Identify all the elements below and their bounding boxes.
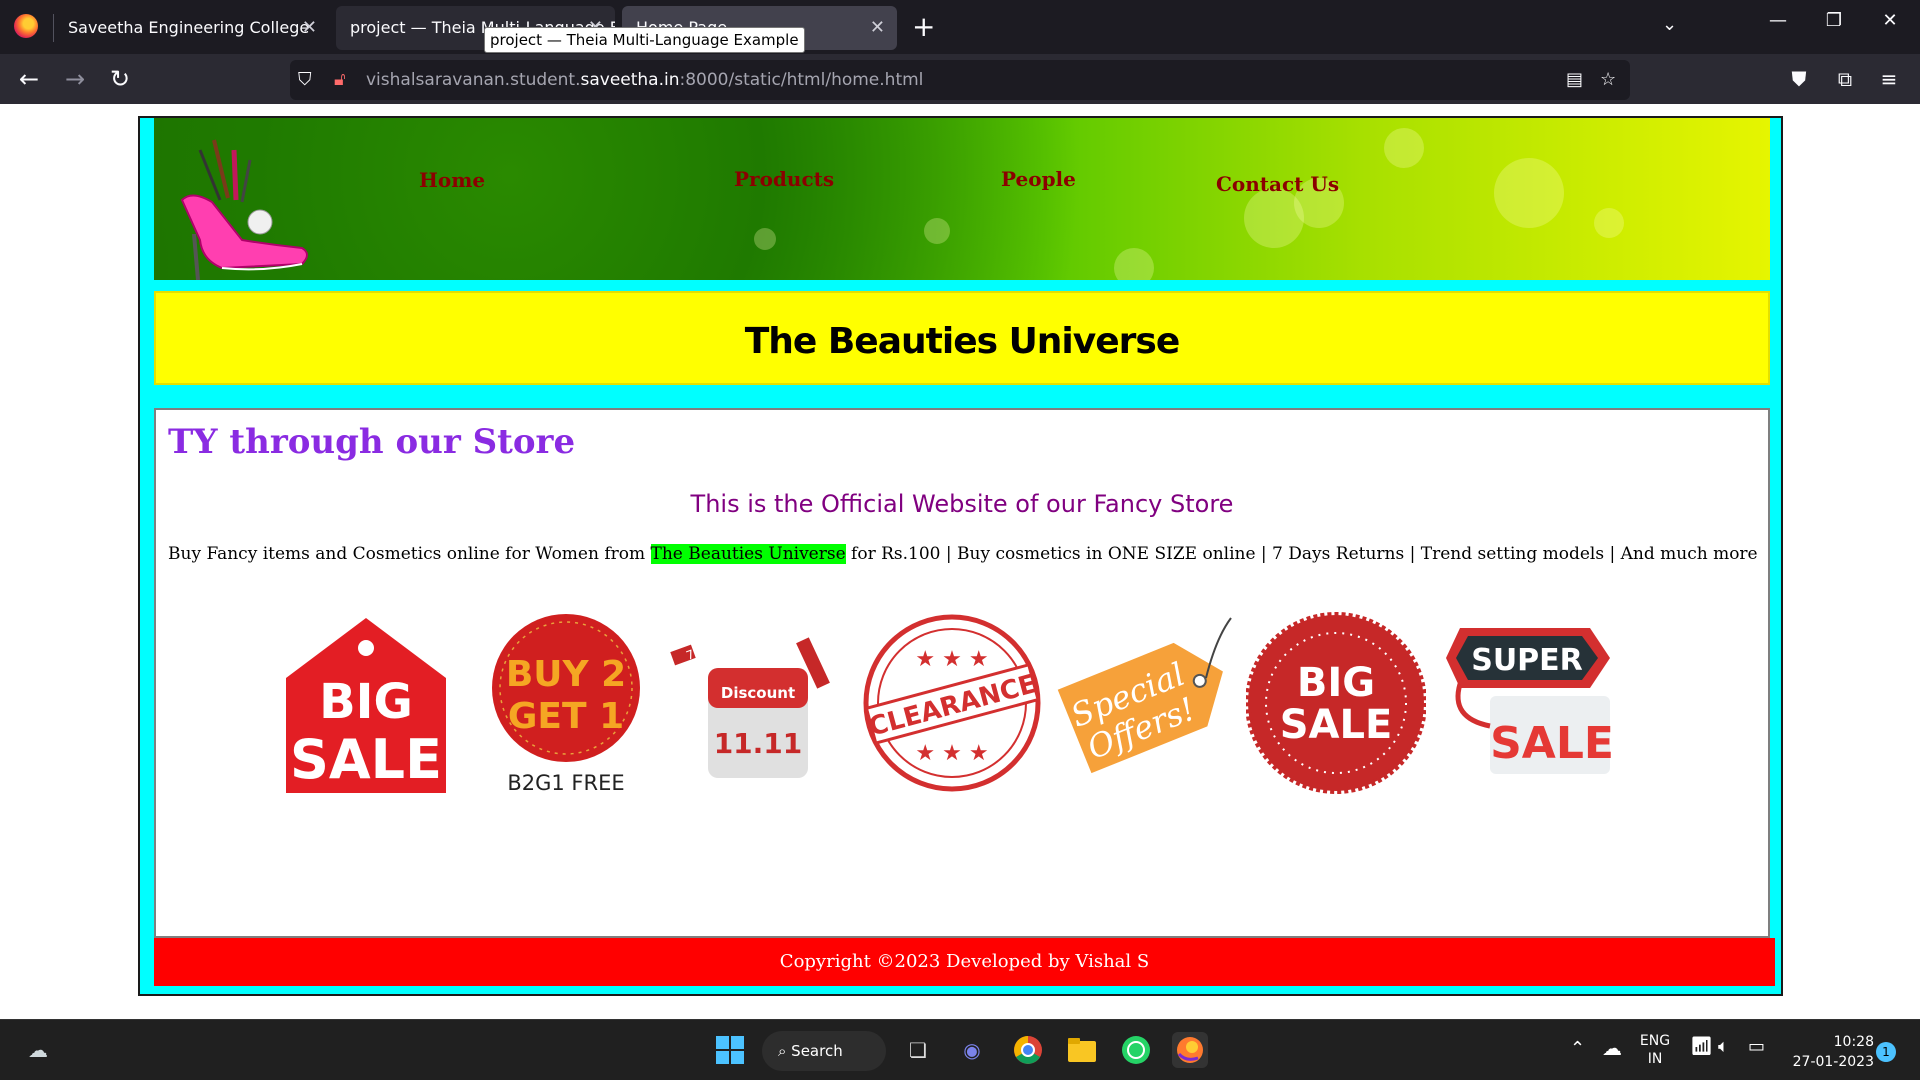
bokeh-decoration bbox=[754, 228, 776, 250]
clock-time: 10:28 bbox=[1833, 1034, 1874, 1050]
chrome-icon[interactable] bbox=[1010, 1032, 1046, 1068]
weather-icon[interactable]: ☁ bbox=[20, 1032, 56, 1068]
nav-people-link[interactable]: People bbox=[1001, 167, 1076, 191]
badge-text: GET 1 bbox=[508, 696, 624, 737]
badge-text: SALE bbox=[1280, 702, 1393, 748]
lang-line: IN bbox=[1647, 1051, 1663, 1067]
description-text: Buy Fancy items and Cosmetics online for… bbox=[168, 544, 651, 564]
special-offers-tag-badge: Special Offers! bbox=[1057, 617, 1232, 774]
tab-label: Saveetha Engineering College bbox=[68, 18, 310, 37]
back-arrow-icon[interactable]: ← bbox=[12, 62, 46, 96]
badge-text: SALE bbox=[1490, 718, 1614, 769]
badge-text: BUY 2 bbox=[506, 654, 626, 695]
url-prefix: vishalsaravanan.student. bbox=[366, 70, 581, 90]
navigation-toolbar: ← → ↻ ⛉ 🔓︎ vishalsaravanan.student.savee… bbox=[0, 54, 1920, 104]
nav-home-link[interactable]: Home bbox=[419, 168, 485, 192]
close-icon[interactable]: ✕ bbox=[302, 6, 317, 50]
onedrive-icon[interactable]: ☁ bbox=[1602, 1036, 1622, 1060]
tab-saveetha[interactable]: Saveetha Engineering College ✕ bbox=[54, 6, 329, 50]
forward-arrow-icon[interactable]: → bbox=[58, 62, 92, 96]
badge-text: BIG bbox=[1297, 660, 1375, 706]
firefox-logo-icon[interactable] bbox=[14, 14, 38, 38]
badge-caption: B2G1 FREE bbox=[507, 771, 624, 795]
restore-button[interactable]: ❐ bbox=[1814, 10, 1854, 31]
url-domain: saveetha.in bbox=[580, 70, 680, 90]
store-description: Buy Fancy items and Cosmetics online for… bbox=[168, 544, 1758, 564]
teams-chat-icon[interactable]: ◉ bbox=[954, 1032, 990, 1068]
whatsapp-icon[interactable] bbox=[1118, 1032, 1154, 1068]
url-bar[interactable]: ⛉ 🔓︎ vishalsaravanan.student.saveetha.in… bbox=[290, 60, 1630, 100]
minimize-button[interactable]: — bbox=[1758, 10, 1798, 31]
badge-text: 11.11 bbox=[714, 727, 803, 760]
extensions-icon[interactable]: ⧉ bbox=[1828, 62, 1862, 96]
badge-text: 70% bbox=[684, 641, 714, 663]
pocket-icon[interactable]: ⛊ bbox=[1782, 62, 1816, 96]
search-label: Search bbox=[791, 1042, 843, 1060]
reload-icon[interactable]: ↻ bbox=[103, 62, 137, 96]
insecure-lock-icon[interactable]: 🔓︎ bbox=[334, 60, 346, 100]
notification-badge[interactable]: 1 bbox=[1876, 1042, 1896, 1062]
highlighted-store-name: The Beauties Universe bbox=[650, 544, 846, 564]
bokeh-decoration bbox=[1594, 208, 1624, 238]
marquee-text: TY through our Store bbox=[168, 422, 576, 462]
bookmark-star-icon[interactable]: ☆ bbox=[1600, 60, 1616, 100]
nav-products-link[interactable]: Products bbox=[734, 167, 834, 191]
title-banner: The Beauties Universe bbox=[154, 291, 1770, 385]
copyright-text: Copyright ©2023 Developed by Vishal S bbox=[779, 951, 1150, 972]
bokeh-decoration bbox=[1384, 128, 1424, 168]
wifi-icon[interactable]: 📶︎ bbox=[1690, 1036, 1713, 1057]
badge-text: SUPER bbox=[1471, 643, 1583, 678]
close-window-button[interactable]: ✕ bbox=[1870, 10, 1910, 31]
volume-icon[interactable]: 🔈︎ bbox=[1718, 1036, 1729, 1057]
bokeh-decoration bbox=[1114, 248, 1154, 280]
taskbar-search[interactable]: ⌕ Search bbox=[762, 1031, 886, 1071]
start-button[interactable] bbox=[712, 1032, 748, 1068]
star-icon: ★ ★ ★ bbox=[915, 741, 988, 766]
battery-icon[interactable]: ▭ bbox=[1748, 1036, 1765, 1057]
description-text: for Rs.100 | Buy cosmetics in ONE SIZE o… bbox=[845, 544, 1758, 564]
page-frame: Home Products People Contact Us The Beau… bbox=[138, 116, 1783, 996]
clock-date: 27-01-2023 bbox=[1792, 1054, 1874, 1070]
badge-text: BIG bbox=[319, 674, 413, 730]
clearance-stamp-badge: ★ ★ ★ ★ ★ ★ CLEARANCE bbox=[863, 614, 1041, 792]
main-content: TY through our Store This is the Officia… bbox=[154, 408, 1770, 938]
bokeh-decoration bbox=[1494, 158, 1564, 228]
clock[interactable]: 10:28 27-01-2023 bbox=[1784, 1032, 1874, 1072]
input-language-indicator[interactable]: ENG IN bbox=[1632, 1032, 1678, 1068]
site-title: The Beauties Universe bbox=[744, 321, 1181, 362]
chevron-down-icon[interactable]: ⌄ bbox=[1662, 14, 1677, 35]
offer-badges: BIG SALE BUY 2 GET 1 B2G1 FREE 70% Disco… bbox=[156, 608, 1768, 808]
chevron-up-icon[interactable]: ⌃ bbox=[1570, 1038, 1585, 1059]
nav-contact-link[interactable]: Contact Us bbox=[1216, 172, 1339, 196]
file-explorer-icon[interactable] bbox=[1064, 1032, 1100, 1068]
site-header: Home Products People Contact Us bbox=[154, 118, 1770, 280]
big-sale-seal-badge: BIG SALE bbox=[1246, 612, 1426, 794]
tab-tooltip: project — Theia Multi-Language Example bbox=[484, 27, 805, 53]
buy2-get1-badge: BUY 2 GET 1 B2G1 FREE bbox=[492, 614, 640, 795]
site-footer: Copyright ©2023 Developed by Vishal S bbox=[154, 938, 1775, 986]
badge-text: SALE bbox=[290, 728, 442, 791]
url-suffix: :8000/static/html/home.html bbox=[679, 70, 924, 90]
shield-icon[interactable]: ⛉ bbox=[298, 60, 312, 100]
badge-text: Discount bbox=[721, 684, 795, 702]
star-icon: ★ ★ ★ bbox=[915, 647, 988, 672]
reader-view-icon[interactable]: ▤ bbox=[1566, 60, 1583, 100]
high-heel-cosmetics-logo bbox=[180, 139, 308, 280]
close-icon[interactable]: ✕ bbox=[870, 6, 885, 50]
firefox-taskbar-icon[interactable] bbox=[1172, 1032, 1208, 1068]
super-sale-badge: SUPER SALE bbox=[1446, 628, 1614, 774]
url-text[interactable]: vishalsaravanan.student.saveetha.in:8000… bbox=[366, 60, 923, 100]
new-tab-button[interactable]: + bbox=[912, 10, 935, 44]
discount-calendar-badge: 70% Discount 11.11 bbox=[670, 637, 830, 778]
menu-icon[interactable]: ≡ bbox=[1872, 62, 1906, 96]
tab-bar: Saveetha Engineering College ✕ project —… bbox=[0, 0, 1920, 54]
big-sale-tag-badge: BIG SALE bbox=[286, 618, 446, 793]
task-view-icon[interactable]: ❏ bbox=[900, 1032, 936, 1068]
lang-line: ENG bbox=[1639, 1033, 1671, 1049]
page-viewport: Home Products People Contact Us The Beau… bbox=[0, 104, 1920, 1019]
welcome-subtitle: This is the Official Website of our Fanc… bbox=[690, 490, 1234, 518]
windows-taskbar: ☁ ⌕ Search ❏ ◉ ⌃ ☁ ENG IN 📶︎ 🔈︎ ▭ 10:28 … bbox=[0, 1019, 1920, 1080]
bokeh-decoration bbox=[924, 218, 950, 244]
